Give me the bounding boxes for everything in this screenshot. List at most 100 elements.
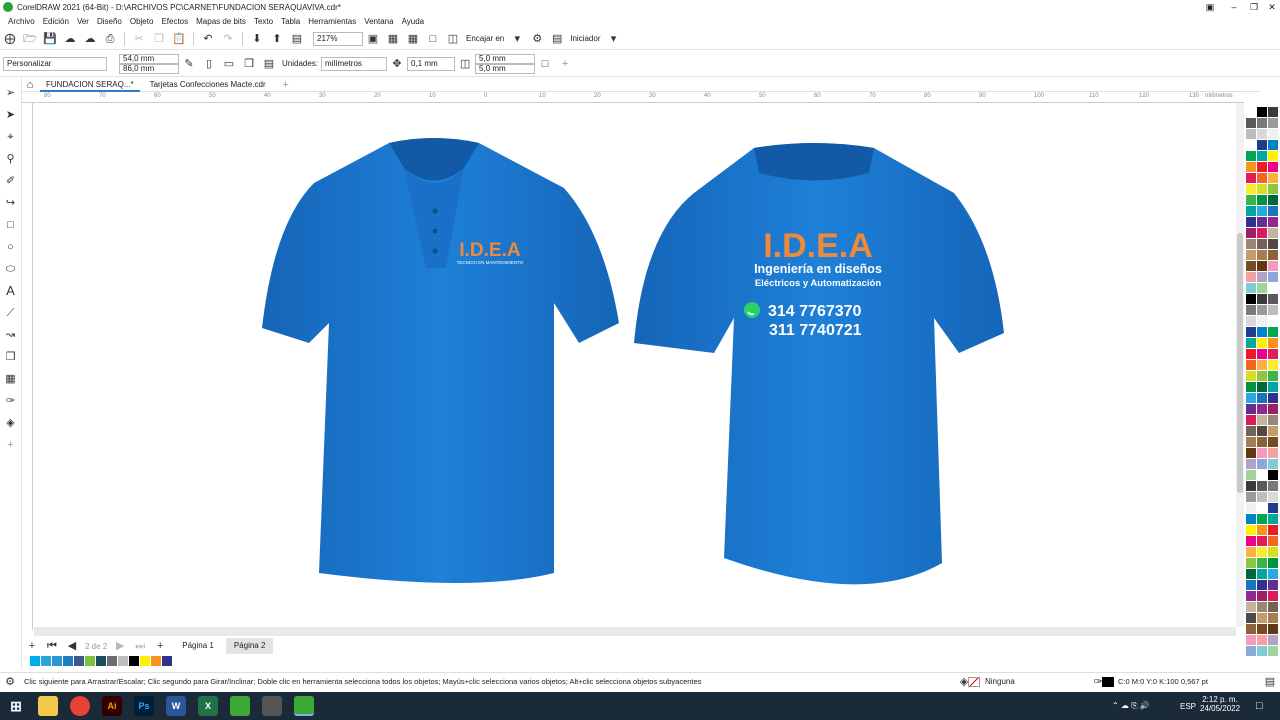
menu-mapas-de-bits[interactable]: Mapas de bits <box>196 17 246 26</box>
fill-none-swatch[interactable] <box>968 677 980 687</box>
open-folder-icon[interactable]: 🗁 <box>23 32 37 46</box>
palette-swatch[interactable] <box>1257 591 1267 601</box>
palette-swatch[interactable] <box>1257 536 1267 546</box>
palette-swatch[interactable] <box>1246 349 1256 359</box>
palette-swatch[interactable] <box>1257 646 1267 656</box>
palette-swatch[interactable] <box>1257 371 1267 381</box>
document-palette-swatch[interactable] <box>118 655 128 666</box>
menu-herramientas[interactable]: Herramientas <box>308 17 356 26</box>
palette-swatch[interactable] <box>1268 569 1278 579</box>
palette-swatch[interactable] <box>1268 624 1278 634</box>
shape-tool-icon[interactable]: ➤ <box>4 108 18 122</box>
snap-to-dropdown[interactable]: Encajar en <box>466 34 504 43</box>
document-palette-swatch[interactable] <box>107 655 117 666</box>
excel-icon[interactable]: X <box>198 696 218 716</box>
vertical-ruler[interactable] <box>22 103 33 630</box>
palette-swatch[interactable] <box>1246 294 1256 304</box>
grid-icon[interactable]: ▦ <box>406 32 420 46</box>
add-tab-icon[interactable]: + <box>279 78 293 92</box>
palette-swatch[interactable] <box>1257 459 1267 469</box>
palette-swatch[interactable] <box>1268 228 1278 238</box>
vertical-scroll-thumb[interactable] <box>1237 233 1243 493</box>
palette-swatch[interactable] <box>1246 404 1256 414</box>
close-button[interactable]: ✕ <box>1262 0 1280 14</box>
palette-swatch[interactable] <box>1246 525 1256 535</box>
palette-swatch[interactable] <box>1268 239 1278 249</box>
palette-swatch[interactable] <box>1257 338 1267 348</box>
palette-swatch[interactable] <box>1257 481 1267 491</box>
duplicate-x-field[interactable]: 5,0 mm <box>475 53 536 64</box>
document-palette-swatch[interactable] <box>85 655 95 666</box>
palette-swatch[interactable] <box>1246 459 1256 469</box>
palette-swatch[interactable] <box>1257 195 1267 205</box>
palette-swatch[interactable] <box>1257 206 1267 216</box>
add-icon[interactable]: + <box>558 57 572 71</box>
palette-swatch[interactable] <box>1246 448 1256 458</box>
nudge-distance-field[interactable]: 0,1 mm <box>407 56 456 71</box>
drawing-canvas[interactable]: I.D.E.A TECNICO EN MANTENIMIENTO I.D.E.A… <box>34 103 1238 627</box>
tab-fundacion[interactable]: FUNDACION SERAQ...* <box>40 78 140 92</box>
drop-shadow-tool-icon[interactable]: ❐ <box>4 350 18 364</box>
add-tool-icon[interactable]: + <box>4 438 18 452</box>
palette-swatch[interactable] <box>1268 283 1278 293</box>
palette-swatch[interactable] <box>1268 602 1278 612</box>
palette-swatch[interactable] <box>1246 327 1256 337</box>
palette-swatch[interactable] <box>1268 481 1278 491</box>
restore-button[interactable]: ❐ <box>1244 0 1264 14</box>
palette-swatch[interactable] <box>1246 360 1256 370</box>
palette-swatch[interactable] <box>1257 140 1267 150</box>
paste-icon[interactable]: 📋 <box>172 32 186 46</box>
palette-swatch[interactable] <box>1246 646 1256 656</box>
palette-swatch[interactable] <box>1246 184 1256 194</box>
document-palette-swatch[interactable] <box>41 655 51 666</box>
palette-swatch[interactable] <box>1246 437 1256 447</box>
page-tab-1[interactable]: Página 1 <box>174 638 222 654</box>
palette-swatch[interactable] <box>1246 635 1256 645</box>
palette-swatch[interactable] <box>1268 217 1278 227</box>
palette-swatch[interactable] <box>1268 393 1278 403</box>
document-palette-swatch[interactable] <box>140 655 150 666</box>
palette-swatch[interactable] <box>1246 162 1256 172</box>
palette-swatch[interactable] <box>1257 448 1267 458</box>
palette-swatch[interactable] <box>1268 525 1278 535</box>
duplicate-y-field[interactable]: 5,0 mm <box>475 63 536 74</box>
save-icon[interactable]: 💾 <box>43 32 57 46</box>
document-palette-swatch[interactable] <box>52 655 62 666</box>
text-tool-icon[interactable]: A <box>4 284 18 298</box>
interactive-fill-tool-icon[interactable]: ◈ <box>4 416 18 430</box>
export-icon[interactable]: ⬆ <box>270 32 284 46</box>
new-document-icon[interactable]: ⨁ <box>3 32 17 46</box>
menu-tabla[interactable]: Tabla <box>281 17 300 26</box>
palette-swatch[interactable] <box>1268 536 1278 546</box>
palette-swatch[interactable] <box>1257 547 1267 557</box>
palette-swatch[interactable] <box>1268 514 1278 524</box>
palette-swatch[interactable] <box>1257 107 1267 117</box>
pdf-icon[interactable]: ▤ <box>290 32 304 46</box>
palette-swatch[interactable] <box>1257 613 1267 623</box>
last-page-icon[interactable]: ⏭ <box>133 639 147 653</box>
previous-page-icon[interactable]: ◀ <box>65 639 79 653</box>
palette-swatch[interactable] <box>1246 195 1256 205</box>
palette-swatch[interactable] <box>1257 558 1267 568</box>
palette-swatch[interactable] <box>1257 239 1267 249</box>
palette-swatch[interactable] <box>1268 151 1278 161</box>
palette-swatch[interactable] <box>1257 272 1267 282</box>
palette-swatch[interactable] <box>1268 437 1278 447</box>
palette-swatch[interactable] <box>1246 393 1256 403</box>
palette-swatch[interactable] <box>1268 459 1278 469</box>
settings-gear-icon[interactable]: ⚙ <box>3 675 17 689</box>
palette-swatch[interactable] <box>1268 162 1278 172</box>
palette-swatch[interactable] <box>1268 195 1278 205</box>
palette-swatch[interactable] <box>1246 470 1256 480</box>
palette-swatch[interactable] <box>1246 140 1256 150</box>
palette-swatch[interactable] <box>1268 426 1278 436</box>
palette-swatch[interactable] <box>1268 129 1278 139</box>
palette-swatch[interactable] <box>1268 107 1278 117</box>
menu-ver[interactable]: Ver <box>77 17 89 26</box>
palette-swatch[interactable] <box>1246 129 1256 139</box>
next-page-icon[interactable]: ▶ <box>113 639 127 653</box>
palette-swatch[interactable] <box>1268 294 1278 304</box>
menu-efectos[interactable]: Efectos <box>161 17 188 26</box>
color-palette[interactable] <box>1244 103 1280 663</box>
coreldraw-taskbar-icon[interactable] <box>230 696 250 716</box>
